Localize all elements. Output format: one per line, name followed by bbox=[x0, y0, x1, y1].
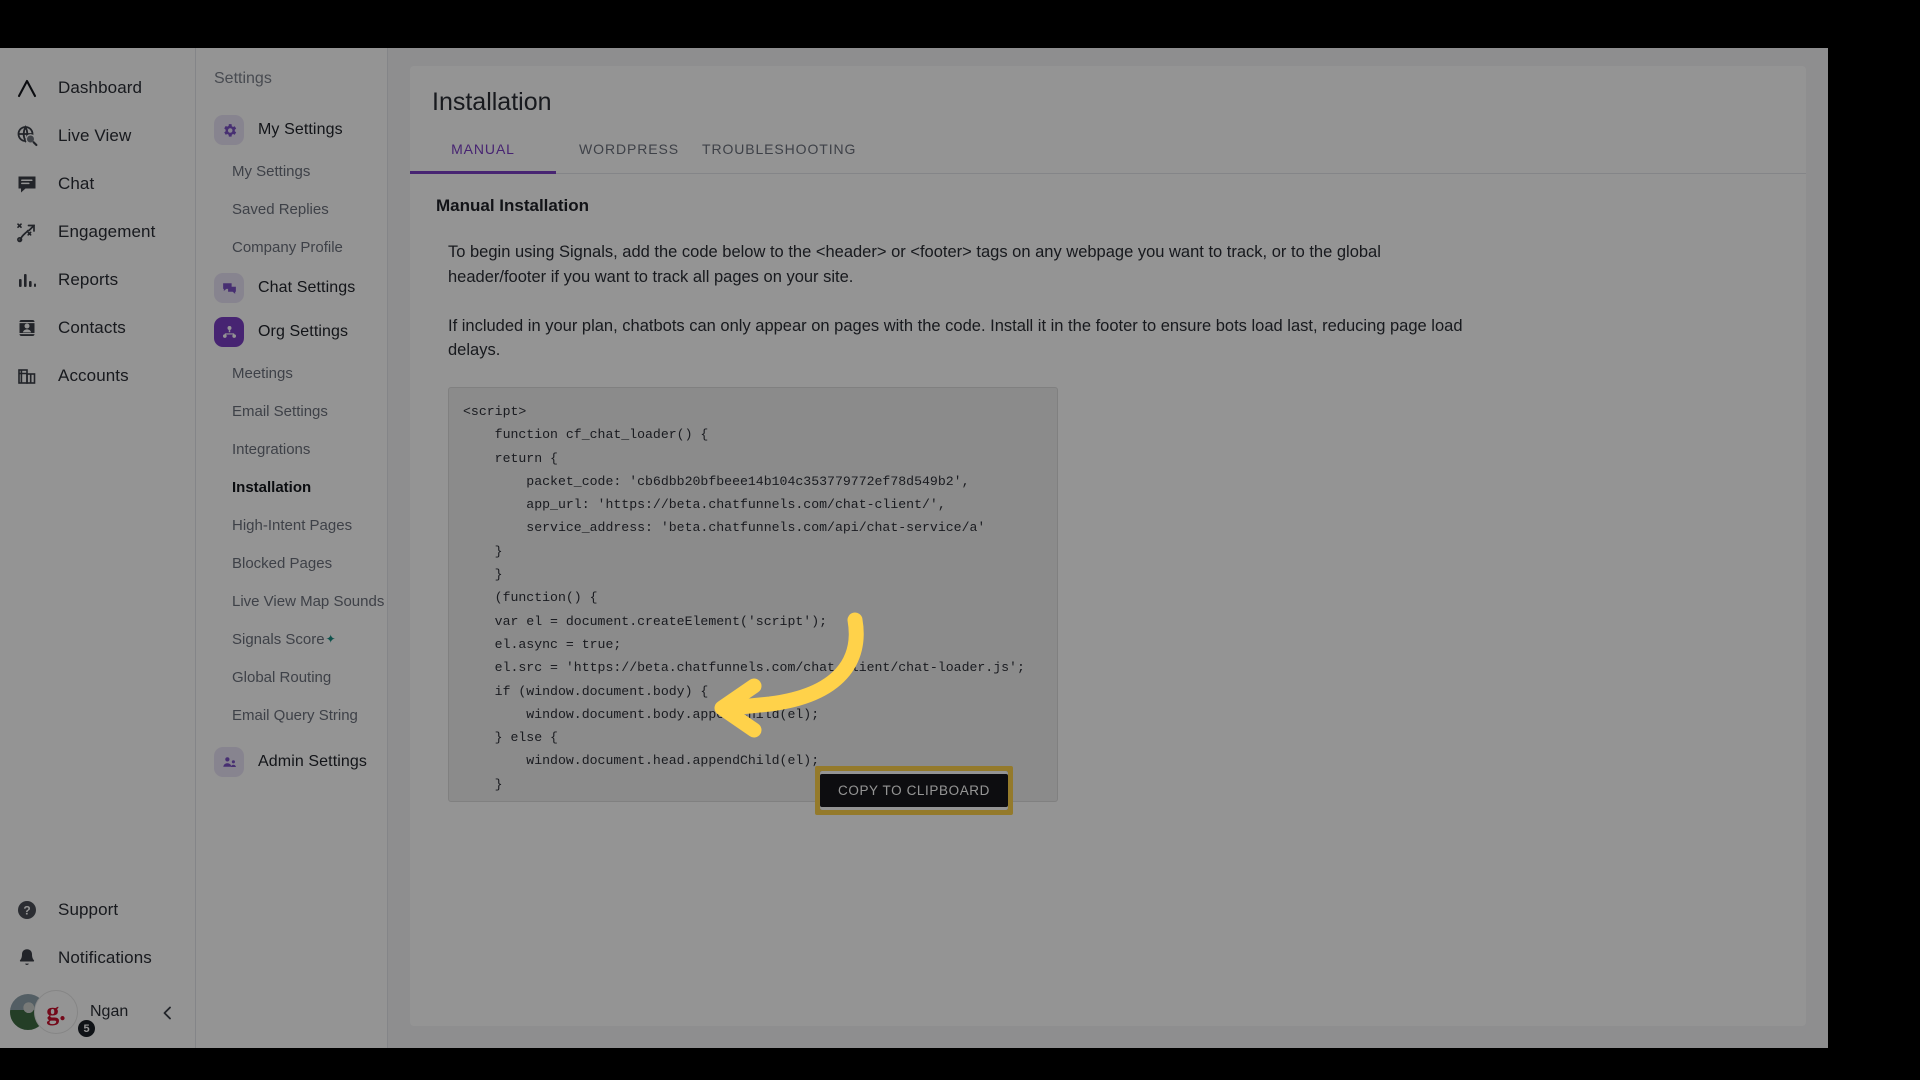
sidebar-label: Accounts bbox=[58, 366, 129, 385]
org-people-icon bbox=[214, 317, 244, 347]
settings-group-label: Chat Settings bbox=[258, 279, 356, 296]
sidebar-item-support[interactable]: ? Support bbox=[0, 886, 195, 934]
sparkle-badge-icon: ✦ bbox=[325, 632, 336, 646]
settings-subitem-email-query-string[interactable]: Email Query String bbox=[196, 696, 387, 734]
chat-settings-icon bbox=[214, 273, 244, 303]
settings-subitem-installation[interactable]: Installation bbox=[196, 468, 387, 506]
settings-subitem-high-intent-pages[interactable]: High-Intent Pages bbox=[196, 506, 387, 544]
sidebar-label: Reports bbox=[58, 270, 119, 289]
main-content-area: Installation MANUAL WORDPRESS TROUBLESHO… bbox=[388, 48, 1828, 1048]
gear-icon bbox=[214, 115, 244, 145]
chat-bubble-icon bbox=[14, 171, 40, 197]
code-snippet-box[interactable]: <script> function cf_chat_loader() { ret… bbox=[448, 387, 1058, 802]
bar-chart-icon bbox=[14, 267, 40, 293]
settings-subitem-global-routing[interactable]: Global Routing bbox=[196, 658, 387, 696]
settings-group-org-settings[interactable]: Org Settings bbox=[196, 310, 387, 354]
bell-icon bbox=[14, 945, 40, 971]
contact-card-icon bbox=[14, 315, 40, 341]
copy-to-clipboard-button[interactable]: COPY TO CLIPBOARD bbox=[820, 771, 1008, 810]
copy-button-highlight: COPY TO CLIPBOARD bbox=[815, 766, 1013, 815]
sidebar-label: Chat bbox=[58, 174, 95, 193]
settings-subitem-label: Installation bbox=[232, 478, 312, 496]
settings-subitem-label: Blocked Pages bbox=[232, 554, 333, 572]
sidebar-item-chat[interactable]: Chat bbox=[0, 160, 195, 208]
settings-subitem-label: Email Query String bbox=[232, 706, 358, 724]
sidebar-item-notifications[interactable]: Notifications bbox=[0, 934, 195, 982]
settings-subitem-label: Saved Replies bbox=[232, 200, 329, 218]
settings-subitem-label: Signals Score bbox=[232, 630, 325, 648]
installation-card: Installation MANUAL WORDPRESS TROUBLESHO… bbox=[410, 66, 1806, 1026]
settings-subitem-label: Live View Map Sounds bbox=[232, 592, 385, 610]
application-window: Dashboard Live View Chat Engagement Repo… bbox=[0, 48, 1828, 1048]
settings-subitem-meetings[interactable]: Meetings bbox=[196, 354, 387, 392]
chevron-left-icon[interactable] bbox=[155, 1000, 181, 1026]
sidebar-label: Support bbox=[58, 900, 119, 919]
sidebar-item-reports[interactable]: Reports bbox=[0, 256, 195, 304]
tab-bar: MANUAL WORDPRESS TROUBLESHOOTING bbox=[410, 131, 1806, 174]
settings-subitem-blocked-pages[interactable]: Blocked Pages bbox=[196, 544, 387, 582]
sidebar-label: Notifications bbox=[58, 948, 152, 967]
sidebar-item-engagement[interactable]: Engagement bbox=[0, 208, 195, 256]
engagement-path-icon bbox=[14, 219, 40, 245]
sidebar-item-live-view[interactable]: Live View bbox=[0, 112, 195, 160]
sidebar-label: Live View bbox=[58, 126, 132, 145]
settings-sidebar: Settings My Settings My Settings Saved R… bbox=[196, 48, 388, 1048]
svg-text:?: ? bbox=[23, 904, 30, 918]
settings-group-label: Org Settings bbox=[258, 323, 349, 340]
code-snippet-text: <script> function cf_chat_loader() { ret… bbox=[463, 404, 1025, 801]
sidebar-item-accounts[interactable]: Accounts bbox=[0, 352, 195, 400]
sidebar-item-contacts[interactable]: Contacts bbox=[0, 304, 195, 352]
settings-subitem-signals-score[interactable]: Signals Score ✦ bbox=[196, 620, 387, 658]
settings-subitem-label: Meetings bbox=[232, 364, 293, 382]
settings-subitem-label: Company Profile bbox=[232, 238, 343, 256]
instruction-paragraph-2: If included in your plan, chatbots can o… bbox=[448, 316, 1463, 360]
settings-group-my-settings[interactable]: My Settings bbox=[196, 108, 387, 152]
sidebar-label: Dashboard bbox=[58, 78, 143, 97]
settings-subitem-saved-replies[interactable]: Saved Replies bbox=[196, 190, 387, 228]
tab-manual[interactable]: MANUAL bbox=[410, 131, 556, 174]
settings-subitem-my-settings[interactable]: My Settings bbox=[196, 152, 387, 190]
tab-wordpress[interactable]: WORDPRESS bbox=[556, 131, 702, 174]
sidebar-label: Engagement bbox=[58, 222, 156, 241]
settings-group-label: Admin Settings bbox=[258, 753, 368, 770]
admin-icon bbox=[214, 747, 244, 777]
settings-subitem-label: My Settings bbox=[232, 162, 311, 180]
primary-nav-list: Dashboard Live View Chat Engagement Repo… bbox=[0, 48, 195, 400]
settings-heading: Settings bbox=[214, 70, 272, 87]
account-badge: g. bbox=[34, 990, 78, 1034]
settings-subitem-email-settings[interactable]: Email Settings bbox=[196, 392, 387, 430]
settings-group-chat-settings[interactable]: Chat Settings bbox=[196, 266, 387, 310]
user-name: Ngan bbox=[90, 1003, 129, 1020]
help-circle-icon: ? bbox=[14, 897, 40, 923]
tab-panel-manual: Manual Installation To begin using Signa… bbox=[410, 174, 1806, 802]
notification-count-badge: 5 bbox=[76, 1018, 97, 1039]
accounts-building-icon bbox=[14, 363, 40, 389]
instruction-paragraph-1: To begin using Signals, add the code bel… bbox=[448, 243, 1381, 286]
sidebar-label: Contacts bbox=[58, 318, 126, 337]
settings-subitem-live-view-map-sounds[interactable]: Live View Map Sounds bbox=[196, 582, 387, 620]
settings-subitem-label: Email Settings bbox=[232, 402, 328, 420]
settings-subitem-integrations[interactable]: Integrations bbox=[196, 430, 387, 468]
settings-subitem-company-profile[interactable]: Company Profile bbox=[196, 228, 387, 266]
primary-sidebar: Dashboard Live View Chat Engagement Repo… bbox=[0, 48, 196, 1048]
logo-chevron-icon bbox=[14, 75, 40, 101]
settings-group-admin-settings[interactable]: Admin Settings bbox=[196, 740, 387, 784]
sidebar-bottom-section: ? Support Notifications g. 5 Ngan bbox=[0, 886, 195, 1048]
tab-troubleshooting[interactable]: TROUBLESHOOTING bbox=[702, 131, 855, 174]
settings-subitem-label: Integrations bbox=[232, 440, 311, 458]
settings-subitem-label: Global Routing bbox=[232, 668, 332, 686]
settings-subitem-label: High-Intent Pages bbox=[232, 516, 353, 534]
page-title: Installation bbox=[432, 88, 552, 116]
sidebar-item-dashboard[interactable]: Dashboard bbox=[0, 64, 195, 112]
settings-group-label: My Settings bbox=[258, 121, 343, 138]
globe-search-icon bbox=[14, 123, 40, 149]
section-title: Manual Installation bbox=[436, 196, 590, 215]
